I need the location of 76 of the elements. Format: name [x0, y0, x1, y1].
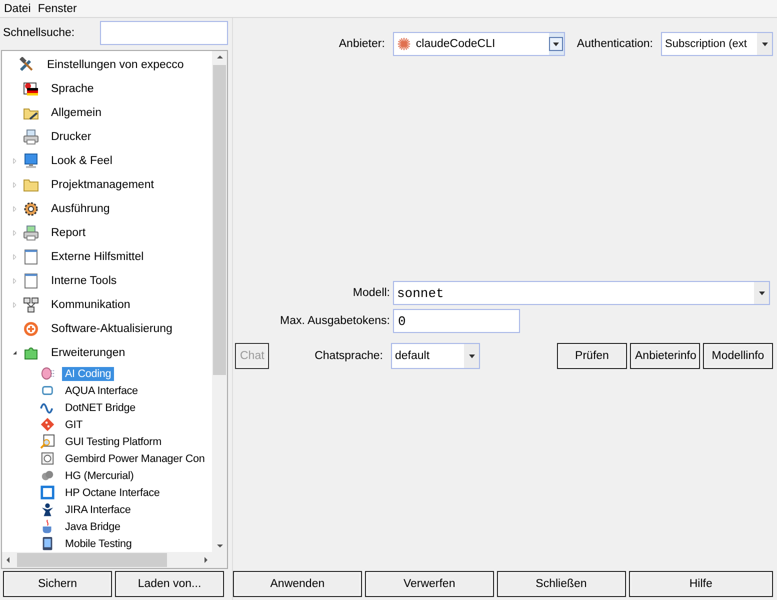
square-icon [40, 485, 54, 500]
magnifier-icon [40, 434, 54, 449]
star-icon [396, 37, 411, 51]
folder-icon [23, 177, 39, 193]
search-label: Schnellsuche: [3, 27, 75, 39]
save-button[interactable]: Sichern [3, 571, 112, 597]
tools-icon [19, 57, 35, 73]
tree-item[interactable]: Software-Aktualisierung [48, 322, 176, 336]
apply-button[interactable]: Anwenden [233, 571, 362, 597]
tree-item[interactable]: DotNET Bridge [62, 400, 138, 414]
puzzle-icon [23, 345, 39, 361]
menu-item[interactable]: Fenster [38, 2, 77, 14]
tree-item[interactable]: GUI Testing Platform [62, 434, 164, 448]
tree-item[interactable]: Kommunikation [48, 298, 134, 312]
scrollbar-thumb[interactable] [213, 65, 226, 375]
model-info-button[interactable]: Modellinfo [703, 343, 773, 370]
provider-info-button[interactable]: Anbieterinfo [630, 343, 700, 370]
expand-arrow-icon[interactable] [11, 301, 19, 309]
printer-icon [23, 129, 39, 145]
tree-item[interactable]: Gembird Power Manager Con [62, 452, 208, 466]
max-tokens-label: Max. Ausgabetokens: [279, 315, 390, 328]
network-icon [23, 297, 39, 313]
flag-icon [23, 81, 39, 97]
expand-arrow-icon[interactable] [11, 277, 19, 285]
tree-item[interactable]: Projektmanagement [48, 178, 157, 192]
brain-icon [40, 366, 54, 381]
blob-icon [40, 468, 54, 483]
provider-dropdown[interactable]: claudeCodeCLI [392, 32, 565, 56]
socket-icon [40, 451, 54, 466]
authentication-dropdown[interactable]: Subscription (ext [661, 32, 773, 56]
tree-item[interactable]: Drucker [48, 130, 94, 144]
max-tokens-field[interactable]: 0 [393, 309, 520, 334]
tree-item[interactable]: Erweiterungen [48, 346, 128, 360]
plus-circle-icon [23, 321, 39, 337]
window-icon [23, 249, 39, 265]
model-dropdown[interactable]: sonnet [393, 281, 770, 306]
gear-icon [23, 201, 39, 217]
chat-language-label: Chatsprache: [314, 350, 383, 362]
expand-arrow-icon[interactable] [11, 157, 19, 165]
tree-item[interactable]: Interne Tools [48, 274, 120, 288]
close-button[interactable]: Schließen [496, 571, 626, 597]
tree-item[interactable]: JIRA Interface [62, 502, 134, 516]
tree-item[interactable]: Report [48, 226, 89, 240]
discard-button[interactable]: Verwerfen [364, 571, 494, 597]
check-button[interactable]: Prüfen [557, 343, 627, 370]
tree-item[interactable]: Mobile Testing [62, 536, 135, 550]
tree-item[interactable]: Ausführung [48, 202, 113, 216]
tree-item[interactable]: HG (Mercurial) [62, 468, 137, 482]
scrollbar-thumb[interactable] [17, 553, 167, 567]
chat-language-dropdown[interactable]: default [391, 343, 480, 370]
square-icon [40, 383, 54, 398]
person-icon [40, 502, 54, 517]
search-field[interactable] [100, 21, 228, 45]
expand-arrow-icon[interactable] [11, 205, 19, 213]
expand-arrow-icon[interactable] [11, 181, 19, 189]
tree-item[interactable]: AQUA Interface [62, 384, 141, 398]
tree-item[interactable]: Java Bridge [62, 520, 124, 534]
monitor-icon [23, 153, 39, 169]
load-button[interactable]: Laden von... [115, 571, 224, 597]
expand-arrow-icon[interactable] [11, 253, 19, 261]
authentication-label: Authentication: [576, 38, 653, 50]
model-label: Modell: [352, 287, 390, 300]
help-button[interactable]: Hilfe [628, 571, 774, 597]
tree-item[interactable]: Look & Feel [48, 154, 116, 168]
expand-arrow-icon[interactable] [11, 229, 19, 237]
provider-label: Anbieter: [338, 38, 385, 50]
tree-item[interactable]: Allgemein [48, 106, 104, 120]
tree-item[interactable]: GIT [62, 418, 86, 432]
printer-icon [23, 225, 39, 241]
tree-item[interactable]: HP Octane Interface [62, 486, 163, 500]
menu-item[interactable]: Datei [4, 2, 31, 14]
window-icon [23, 273, 39, 289]
tree-item[interactable]: Sprache [48, 82, 97, 96]
collapse-arrow-icon[interactable] [11, 349, 19, 357]
tree-item[interactable]: Einstellungen von expecco [44, 58, 187, 72]
tree-item[interactable]: Externe Hilfsmittel [48, 250, 147, 264]
